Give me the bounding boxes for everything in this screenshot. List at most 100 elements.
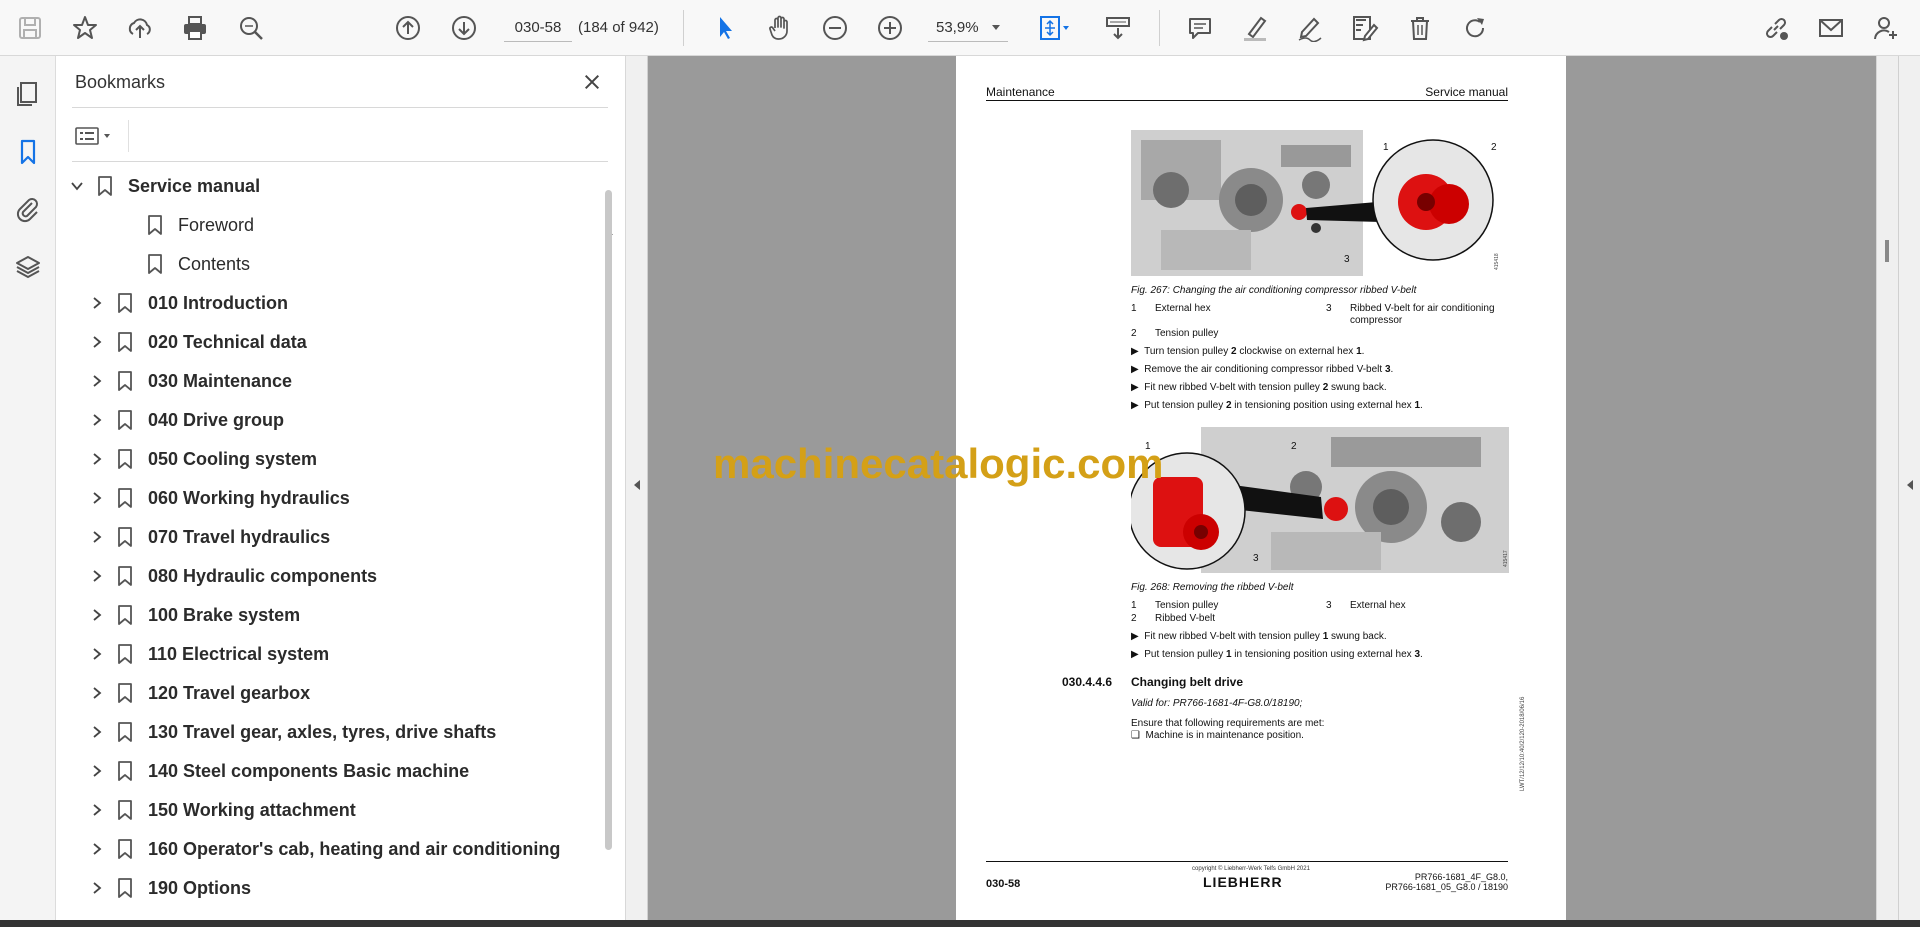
- save-icon[interactable]: [10, 8, 50, 48]
- bookmark-label: 140 Steel components Basic machine: [148, 760, 470, 781]
- edit-icon[interactable]: [1345, 8, 1385, 48]
- bookmark-item-030[interactable]: 030 Maintenance: [86, 363, 292, 399]
- bookmarks-scroll-thumb[interactable]: [605, 190, 612, 850]
- bookmark-item-100[interactable]: 100 Brake system: [86, 597, 300, 633]
- arrow-down-icon[interactable]: [444, 8, 484, 48]
- instruction-step: ▶ Fit new ribbed V-belt with tension pul…: [1131, 382, 1387, 393]
- pdf-page: Maintenance Service manual 1 2 3 415418 …: [956, 56, 1566, 927]
- chevron-right-icon[interactable]: [86, 721, 108, 743]
- close-icon[interactable]: [578, 68, 606, 96]
- bookmark-label: 150 Working attachment: [148, 799, 356, 820]
- bookmark-icon: [114, 290, 136, 316]
- bookmark-icon: [114, 602, 136, 628]
- bookmark-icon: [114, 641, 136, 667]
- zoom-level-select[interactable]: 53,9%: [928, 14, 1008, 42]
- star-icon[interactable]: [65, 8, 105, 48]
- bookmark-label: 060 Working hydraulics: [148, 487, 350, 508]
- zoom-search-icon[interactable]: [231, 8, 271, 48]
- bookmark-item-020[interactable]: 020 Technical data: [86, 324, 307, 360]
- document-scrollbar[interactable]: [1876, 56, 1898, 927]
- bookmark-icon: [114, 446, 136, 472]
- print-icon[interactable]: [175, 8, 215, 48]
- document-scroll-thumb[interactable]: [1885, 240, 1889, 262]
- chevron-right-icon[interactable]: [86, 760, 108, 782]
- bookmarks-icon[interactable]: [10, 134, 46, 170]
- hand-icon[interactable]: [760, 8, 800, 48]
- chevron-right-icon[interactable]: [86, 370, 108, 392]
- chevron-right-icon[interactable]: [86, 877, 108, 899]
- bookmark-label: 030 Maintenance: [148, 370, 293, 391]
- page-number-input[interactable]: [504, 14, 572, 42]
- instruction-step: ▶ Put tension pulley 1 in tensioning pos…: [1131, 649, 1423, 660]
- bookmark-item-130[interactable]: 130 Travel gear, axles, tyres, drive sha…: [86, 714, 496, 750]
- comment-icon[interactable]: [1180, 8, 1220, 48]
- chevron-right-icon[interactable]: [86, 526, 108, 548]
- bookmark-item-190[interactable]: 190 Options: [86, 870, 251, 906]
- cursor-icon[interactable]: [705, 8, 745, 48]
- taskbar-edge: [0, 920, 1920, 927]
- bookmark-item-160[interactable]: 160 Operator's cab, heating and air cond…: [86, 831, 560, 867]
- share-link-icon[interactable]: [1756, 8, 1796, 48]
- section-number: 030.4.4.6: [1062, 675, 1113, 689]
- panel-divider: [72, 161, 608, 162]
- bookmark-item-150[interactable]: 150 Working attachment: [86, 792, 356, 828]
- mail-icon[interactable]: [1811, 8, 1851, 48]
- chevron-right-icon[interactable]: [86, 799, 108, 821]
- panel-divider: [128, 120, 129, 152]
- bookmark-item-080[interactable]: 080 Hydraulic components: [86, 558, 377, 594]
- fit-page-icon[interactable]: [1030, 8, 1080, 48]
- bookmark-item-service-manual[interactable]: Service manual: [66, 168, 260, 204]
- bookmark-item-120[interactable]: 120 Travel gearbox: [86, 675, 310, 711]
- bookmark-options-button[interactable]: [74, 120, 122, 152]
- arrow-up-icon[interactable]: [388, 8, 428, 48]
- scroll-icon[interactable]: [1098, 8, 1138, 48]
- bookmark-item-foreword[interactable]: Foreword: [144, 207, 254, 243]
- chevron-right-icon[interactable]: [86, 604, 108, 626]
- chevron-down-icon[interactable]: [66, 175, 88, 197]
- bookmark-item-010[interactable]: 010 Introduction: [86, 285, 288, 321]
- chevron-right-icon[interactable]: [86, 409, 108, 431]
- bookmark-item-040[interactable]: 040 Drive group: [86, 402, 284, 438]
- chevron-right-icon[interactable]: [86, 682, 108, 704]
- toolbar-separator: [1159, 10, 1160, 46]
- bookmark-item-contents[interactable]: Contents: [144, 246, 250, 282]
- collapse-left-panel-handle[interactable]: [626, 56, 648, 927]
- chevron-right-icon[interactable]: [86, 487, 108, 509]
- callout-1: 1: [1383, 142, 1389, 153]
- figure-268-caption: Fig. 268: Removing the ribbed V-belt: [1131, 582, 1294, 593]
- bookmark-item-110[interactable]: 110 Electrical system: [86, 636, 329, 672]
- delete-icon[interactable]: [1400, 8, 1440, 48]
- bookmark-item-060[interactable]: 060 Working hydraulics: [86, 480, 350, 516]
- bookmark-item-140[interactable]: 140 Steel components Basic machine: [86, 753, 469, 789]
- sign-icon[interactable]: [1290, 8, 1330, 48]
- account-icon[interactable]: [1866, 8, 1906, 48]
- legend-num: 3: [1326, 600, 1332, 611]
- legend-text: Tension pulley: [1155, 600, 1219, 611]
- zoom-out-icon[interactable]: [815, 8, 855, 48]
- bookmark-label: Foreword: [178, 214, 255, 235]
- chevron-right-icon[interactable]: [86, 292, 108, 314]
- bookmark-icon: [114, 758, 136, 784]
- bookmark-item-070[interactable]: 070 Travel hydraulics: [86, 519, 330, 555]
- bookmark-item-050[interactable]: 050 Cooling system: [86, 441, 317, 477]
- attachments-icon[interactable]: [10, 191, 46, 227]
- rotate-icon[interactable]: [1455, 8, 1495, 48]
- bookmark-label: 050 Cooling system: [148, 448, 318, 469]
- page-thumbnails-icon[interactable]: [10, 76, 46, 112]
- upload-icon[interactable]: [120, 8, 160, 48]
- chevron-right-icon[interactable]: [86, 448, 108, 470]
- chevron-right-icon[interactable]: [86, 838, 108, 860]
- zoom-in-icon[interactable]: [870, 8, 910, 48]
- figure-268-image: 1 2 3 415417: [1131, 427, 1509, 573]
- callout-3: 3: [1344, 254, 1350, 265]
- layers-icon[interactable]: [10, 249, 46, 285]
- bookmark-icon: [94, 173, 116, 199]
- highlight-icon[interactable]: [1235, 8, 1275, 48]
- chevron-right-icon[interactable]: [86, 331, 108, 353]
- collapse-right-panel-handle[interactable]: [1898, 56, 1920, 927]
- figure-267-caption: Fig. 267: Changing the air conditioning …: [1131, 285, 1417, 296]
- chevron-right-icon[interactable]: [86, 565, 108, 587]
- bookmark-icon: [114, 329, 136, 355]
- chevron-right-icon[interactable]: [86, 643, 108, 665]
- footer-rule: [986, 861, 1508, 862]
